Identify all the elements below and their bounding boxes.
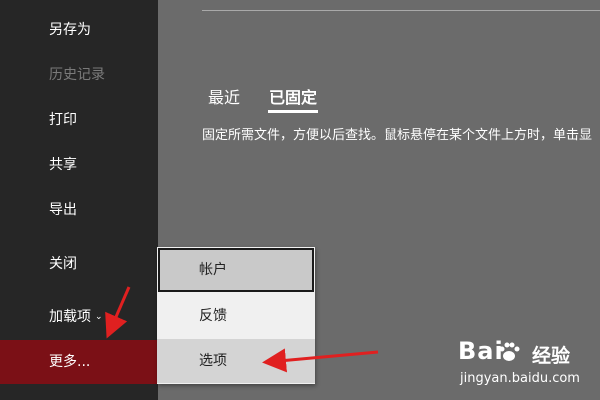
- chevron-down-icon: ⌄: [95, 312, 103, 322]
- sidebar-item-save-as[interactable]: 另存为: [0, 10, 158, 50]
- menu-item-account[interactable]: 帐户: [158, 248, 314, 292]
- backstage-sidebar: 另存为 历史记录 打印 共享 导出 关闭 加载项 ⌄ 更多...: [0, 0, 158, 400]
- sidebar-item-label: 加载项: [49, 309, 91, 325]
- pinned-description: 固定所需文件，方便以后查找。鼠标悬停在某个文件上方时，单击显: [202, 128, 593, 143]
- baidu-jingyan-watermark: Bai 经验 jingyan.baidu.com: [450, 335, 595, 395]
- sidebar-item-export[interactable]: 导出: [0, 190, 158, 230]
- menu-item-label: 反馈: [199, 308, 227, 324]
- tab-selected-indicator: [268, 110, 318, 113]
- sidebar-item-label: 另存为: [49, 22, 91, 38]
- menu-item-label: 选项: [199, 353, 227, 369]
- tab-recent[interactable]: 最近: [208, 84, 240, 108]
- sidebar-item-more[interactable]: 更多...: [0, 340, 158, 384]
- sidebar-item-history: 历史记录: [0, 55, 158, 95]
- sidebar-item-label: 共享: [49, 157, 77, 173]
- sidebar-item-addins[interactable]: 加载项 ⌄: [0, 297, 158, 337]
- paw-icon: [499, 342, 520, 361]
- watermark-brand-suffix: 经验: [532, 345, 571, 367]
- sidebar-item-share[interactable]: 共享: [0, 145, 158, 185]
- menu-item-feedback[interactable]: 反馈: [157, 294, 315, 338]
- divider: [202, 10, 600, 11]
- sidebar-item-label: 打印: [49, 112, 77, 128]
- sidebar-item-label: 关闭: [49, 256, 77, 272]
- sidebar-item-close[interactable]: 关闭: [0, 244, 158, 284]
- menu-item-options[interactable]: 选项: [157, 339, 315, 383]
- watermark-brand: Bai: [458, 337, 504, 365]
- watermark-url: jingyan.baidu.com: [460, 371, 580, 386]
- more-popup-menu: 帐户 反馈 选项: [157, 247, 315, 384]
- sidebar-item-label: 历史记录: [49, 67, 105, 83]
- sidebar-item-label: 更多...: [49, 354, 91, 370]
- sidebar-item-print[interactable]: 打印: [0, 100, 158, 140]
- tab-pinned[interactable]: 已固定: [269, 84, 317, 108]
- sidebar-item-label: 导出: [49, 202, 77, 218]
- menu-item-label: 帐户: [199, 262, 227, 278]
